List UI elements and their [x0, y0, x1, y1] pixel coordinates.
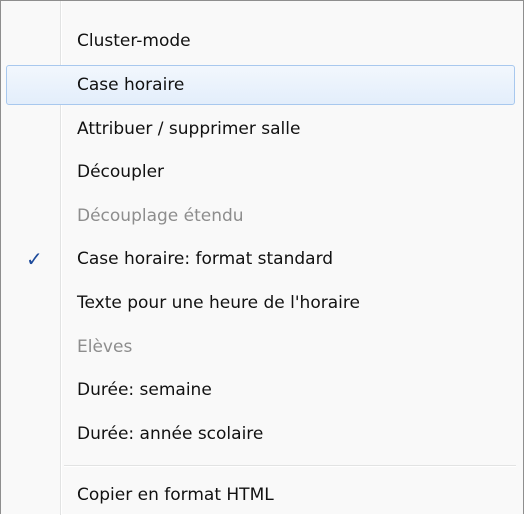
menu-item-cluster-mode[interactable]: Cluster-mode [6, 21, 515, 61]
menu-item-eleves: Elèves [6, 327, 515, 367]
menu-item-duree-annee-scolaire[interactable]: Durée: année scolaire [6, 414, 515, 454]
menu-item-decoupler[interactable]: Découpler [6, 152, 515, 192]
menu-item-label: Attribuer / supprimer salle [77, 119, 301, 139]
menu-separator [64, 465, 516, 467]
menu-item-label: Elèves [77, 337, 133, 357]
menu-item-label: Durée: semaine [77, 380, 212, 400]
context-menu: Cluster-mode Case horaire Attribuer / su… [0, 0, 524, 515]
menu-item-label: Durée: année scolaire [77, 424, 264, 444]
menu-item-copier-format-html[interactable]: Copier en format HTML [6, 475, 515, 515]
menu-item-case-horaire[interactable]: Case horaire [6, 65, 515, 105]
menu-item-label: Case horaire: format standard [77, 249, 334, 269]
menu-item-attribuer-supprimer-salle[interactable]: Attribuer / supprimer salle [6, 109, 515, 149]
menu-item-texte-pour-une-heure[interactable]: Texte pour une heure de l'horaire [6, 283, 515, 323]
menu-item-label: Découplage étendu [77, 206, 244, 226]
menu-item-label: Texte pour une heure de l'horaire [77, 293, 360, 313]
checkmark-icon: ✓ [26, 247, 43, 271]
menu-item-case-horaire-format-standard[interactable]: ✓ Case horaire: format standard [6, 239, 515, 279]
menu-item-label: Case horaire [77, 75, 185, 95]
menu-item-decouplage-etendu: Découplage étendu [6, 196, 515, 236]
menu-item-label: Cluster-mode [77, 31, 191, 51]
menu-item-label: Découpler [77, 162, 165, 182]
menu-item-label: Copier en format HTML [77, 485, 274, 505]
menu-item-duree-semaine[interactable]: Durée: semaine [6, 370, 515, 410]
